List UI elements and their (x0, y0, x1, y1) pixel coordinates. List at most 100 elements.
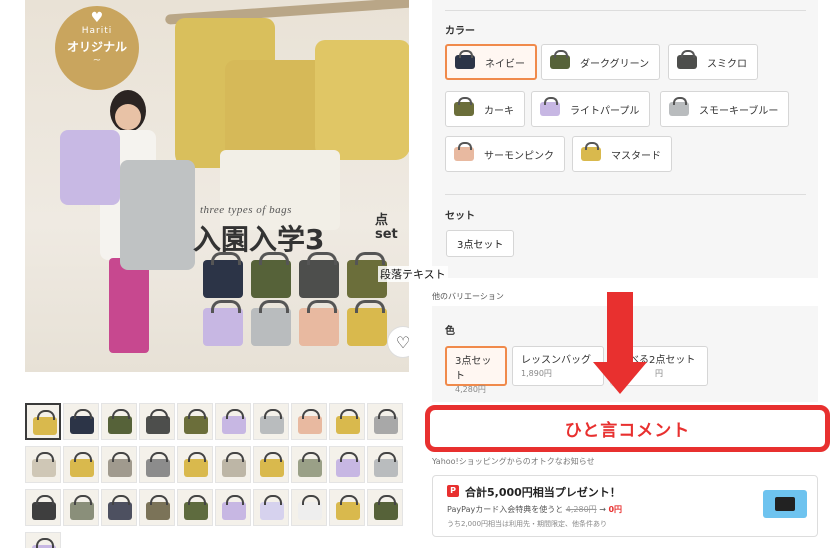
minibag-swatch (347, 300, 387, 346)
thumbnail-image[interactable] (139, 489, 175, 526)
thumbnail-image[interactable] (253, 489, 289, 526)
variation-name: レッスンバッグ (521, 355, 591, 366)
bag-icon (260, 452, 284, 477)
hero-headline-suffix: 点 set (375, 213, 398, 242)
color-option-khaki[interactable]: カーキ (445, 91, 525, 127)
bag-icon (108, 495, 132, 520)
minibag-swatch (251, 252, 291, 298)
color-option-salmon-pink[interactable]: サーモンピンク (445, 136, 565, 172)
variation-price: 1,890円 (521, 369, 552, 378)
bag-icon (298, 495, 322, 520)
color-option-smoky-blue[interactable]: スモーキーブルー (660, 91, 790, 127)
thumbnail-image[interactable] (63, 489, 99, 526)
thumbnail-image[interactable] (177, 489, 213, 526)
bag-icon (184, 495, 208, 520)
color-option-label: ダークグリーン (580, 58, 650, 70)
bag-icon (33, 410, 57, 435)
thumbnail-image[interactable] (291, 446, 327, 483)
thumbnail-image[interactable] (63, 403, 99, 440)
thumbnail-image[interactable] (25, 532, 61, 548)
bag-icon (260, 495, 284, 520)
thumbnail-image[interactable] (215, 446, 251, 483)
thumbnail-image[interactable] (177, 446, 213, 483)
grey-tote (120, 160, 195, 270)
variation-3pc-set[interactable]: 3点セット 4,280円 (445, 346, 507, 394)
promo-note: うち2,000円相当は利用先・期間限定、他条件あり (447, 520, 608, 528)
variation-lesson-bag[interactable]: レッスンバッグ 1,890円 (512, 346, 604, 386)
color-option-label: スミクロ (707, 58, 747, 70)
annotation-arrow (607, 292, 633, 364)
variation-name: 3点セット (455, 356, 492, 382)
new-price: 0円 (608, 505, 623, 514)
paragraph-text-placeholder: 段落テキスト (378, 266, 448, 282)
hero-headline: 入園入学3 (193, 223, 325, 256)
color-option-label: ライトパープル (570, 105, 640, 117)
purple-backpack (60, 130, 120, 205)
comment-box[interactable]: ひと言コメント (425, 405, 830, 452)
thumbnail-image[interactable] (329, 403, 365, 440)
badge-label: オリジナル (66, 40, 127, 54)
set-option-3pc[interactable]: 3点セット (446, 230, 515, 257)
thumbnail-image[interactable] (177, 403, 213, 440)
bag-icon (146, 452, 170, 477)
other-variations-label: 他のバリエーション (432, 292, 504, 301)
color-option-light-purple[interactable]: ライトパープル (531, 91, 651, 127)
thumbnail-image[interactable] (215, 403, 251, 440)
arrow-down-icon (593, 362, 647, 394)
bag-color-grid (203, 252, 393, 346)
thumbnail-image[interactable] (25, 403, 61, 440)
color-option-dark-green[interactable]: ダークグリーン (541, 44, 661, 80)
thumbnail-image[interactable] (63, 446, 99, 483)
thumbnail-image[interactable] (215, 489, 251, 526)
variation-price: 4,280円 (455, 385, 486, 394)
thumbnail-image[interactable] (329, 489, 365, 526)
thumbnail-image[interactable] (291, 489, 327, 526)
bag-icon (540, 97, 560, 116)
product-page: ♥ Hariti オリジナル ~ three types of bags 入園入… (0, 0, 834, 548)
bag-icon (669, 97, 689, 116)
hero-tagline: three types of bags (200, 204, 292, 216)
promo-card[interactable]: P 合計5,000円相当プレゼント！ PayPayカード入会特典を使うと 4,2… (432, 475, 818, 537)
bag-icon (550, 50, 570, 69)
thumbnail-image[interactable] (367, 446, 403, 483)
heart-icon: ♥ (90, 10, 104, 26)
thumbnail-image[interactable] (139, 446, 175, 483)
thumbnail-image[interactable] (101, 446, 137, 483)
thumbnail-image[interactable] (25, 489, 61, 526)
thumbnail-image[interactable] (25, 446, 61, 483)
bag-icon (677, 50, 697, 69)
thumbnail-strip (25, 403, 409, 548)
color-option-label: サーモンピンク (484, 150, 554, 162)
color-option-navy[interactable]: ネイビー (445, 44, 537, 80)
color-option-sumikuro[interactable]: スミクロ (668, 44, 758, 80)
favorite-button[interactable]: ♡ (387, 326, 409, 358)
bag-icon (260, 409, 284, 434)
thumbnail-image[interactable] (101, 403, 137, 440)
badge-brand: Hariti (81, 26, 113, 36)
thumbnail-image[interactable] (291, 403, 327, 440)
bag-icon (374, 452, 398, 477)
thumbnail-image[interactable] (253, 403, 289, 440)
bag-icon (336, 495, 360, 520)
bag-icon (222, 409, 246, 434)
bag-icon (184, 452, 208, 477)
thumbnail-image[interactable] (367, 403, 403, 440)
thumbnail-image[interactable] (139, 403, 175, 440)
minibag-swatch (203, 300, 243, 346)
bag-icon (298, 409, 322, 434)
minibag-swatch (251, 300, 291, 346)
promo-title: 合計5,000円相当プレゼント！ (465, 486, 621, 499)
bag-icon (108, 452, 132, 477)
thumbnail-image[interactable] (253, 446, 289, 483)
bag-icon (32, 452, 56, 477)
thumbnail-image[interactable] (101, 489, 137, 526)
thumbnail-image[interactable] (329, 446, 365, 483)
minibag-swatch (203, 252, 243, 298)
bag-icon (454, 97, 474, 116)
bag-icon (222, 452, 246, 477)
bag-icon (108, 409, 132, 434)
color-option-mustard[interactable]: マスタード (572, 136, 672, 172)
variation-section-label: 色 (445, 326, 455, 337)
thumbnail-image[interactable] (367, 489, 403, 526)
divider (445, 194, 806, 195)
